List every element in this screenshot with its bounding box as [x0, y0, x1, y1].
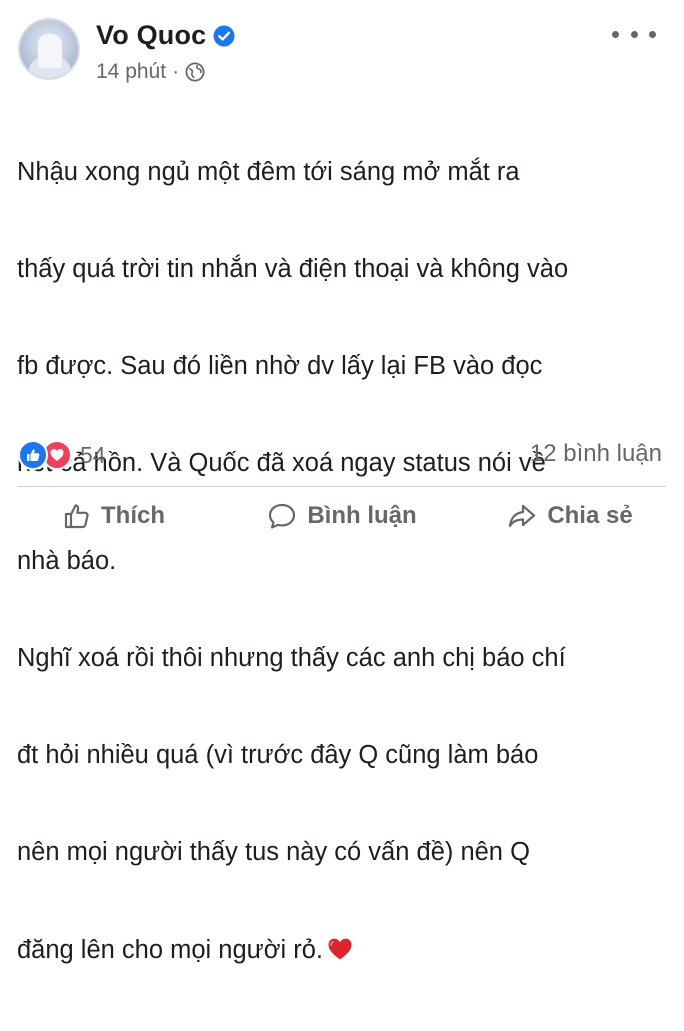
- heart-emoji-icon: [327, 937, 353, 961]
- verified-badge-icon: [213, 25, 235, 47]
- comment-button-label: Bình luận: [307, 502, 417, 529]
- like-reaction-icon: [18, 440, 48, 470]
- like-button-label: Thích: [101, 502, 165, 529]
- post-body-line: nhà báo.: [17, 546, 117, 575]
- post-body-line: đăng lên cho mọi người rỏ.: [17, 935, 323, 964]
- comment-button[interactable]: Bình luận: [228, 494, 456, 538]
- post-body-line: nên mọi người thấy tus này có vấn đề) nê…: [17, 838, 530, 867]
- share-button[interactable]: Chia sẻ: [456, 494, 684, 538]
- comment-bubble-icon: [269, 503, 296, 529]
- post-body-last-line: đăng lên cho mọi người rỏ.: [17, 934, 667, 966]
- author-name[interactable]: Vo Quoc: [96, 20, 206, 51]
- reactions-summary[interactable]: 54: [18, 440, 106, 470]
- post-meta: 14 phút ·: [96, 60, 205, 84]
- post-body: Nhậu xong ngủ một đêm tới sáng mở mắt ra…: [17, 91, 667, 1031]
- post-timestamp[interactable]: 14 phút: [96, 60, 166, 84]
- avatar[interactable]: [18, 18, 80, 80]
- share-arrow-icon: [509, 504, 536, 528]
- author-row: Vo Quoc: [96, 20, 235, 51]
- globe-icon[interactable]: [185, 62, 205, 82]
- like-button[interactable]: Thích: [0, 494, 228, 538]
- post-body-line: thấy quá trời tin nhắn và điện thoại và …: [17, 255, 569, 284]
- post-body-line: Nhậu xong ngủ một đêm tới sáng mở mắt ra: [17, 157, 520, 186]
- post-body-line: fb được. Sau đó liền nhờ dv lấy lại FB v…: [17, 352, 543, 381]
- share-button-label: Chia sẻ: [547, 502, 633, 529]
- action-bar: Thích Bình luận Chia sẻ: [0, 494, 684, 538]
- comment-count[interactable]: 12 bình luận: [530, 440, 662, 468]
- more-options-icon[interactable]: [612, 22, 656, 46]
- divider: [18, 486, 666, 487]
- facebook-post: Vo Quoc 14 phút · Nhậu xong ngủ một đêm …: [0, 0, 684, 964]
- meta-separator: ·: [172, 60, 180, 83]
- thumbs-up-icon: [64, 504, 89, 529]
- reaction-count: 54: [80, 441, 106, 468]
- post-body-line: đt hỏi nhiều quá (vì trước đây Q cũng là…: [17, 741, 539, 770]
- post-body-line: Nghĩ xoá rồi thôi nhưng thấy các anh chị…: [17, 643, 566, 672]
